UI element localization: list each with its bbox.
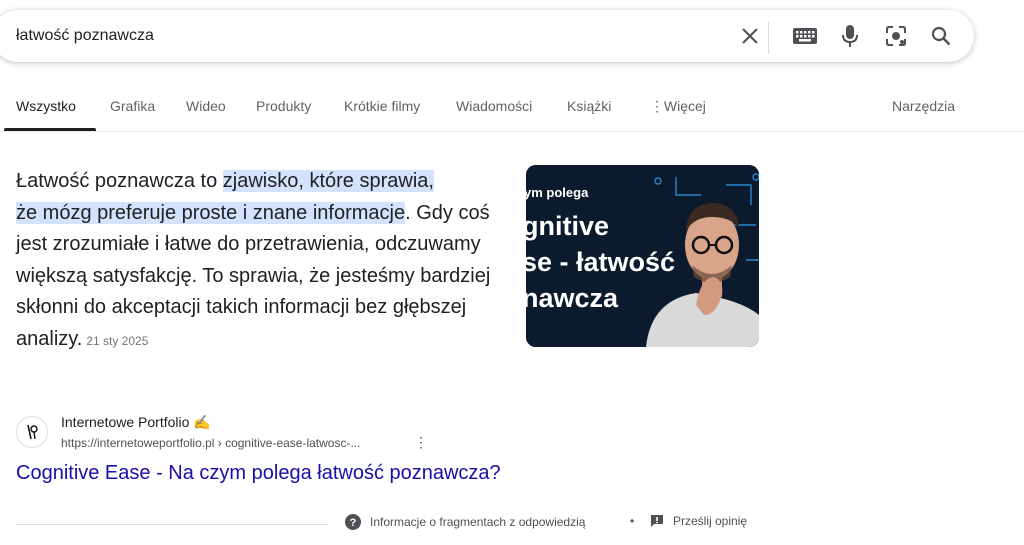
more-options-icon[interactable]: ⋮: [414, 434, 428, 451]
tab-wiecej[interactable]: ⋮ Więcej: [650, 98, 706, 115]
thumb-text-3: nawcza: [526, 283, 619, 313]
about-snippets-label: Informacje o fragmentach z odpowiedzią: [370, 515, 586, 529]
tab-wszystko[interactable]: Wszystko: [16, 98, 76, 114]
footer-divider: [16, 524, 328, 525]
snippet-part1: Łatwość poznawcza to: [16, 170, 223, 192]
writing-hand-emoji-icon: ✍️: [193, 414, 211, 430]
site-name: Internetowe Portfolio ✍️: [61, 414, 211, 431]
search-input[interactable]: [16, 24, 696, 48]
help-icon: ?: [345, 514, 361, 530]
site-url: https://internetoweportfolio.pl › cognit…: [61, 436, 361, 450]
tab-wiecej-label: Więcej: [663, 98, 706, 114]
search-icon[interactable]: [929, 24, 953, 48]
snippet-thumbnail[interactable]: ym polega gnitive se - łatwość nawcza: [526, 165, 759, 347]
active-tab-indicator: [4, 128, 96, 131]
tab-wiadomosci[interactable]: Wiadomości: [456, 98, 532, 114]
tab-krotkie-filmy[interactable]: Krótkie filmy: [344, 98, 420, 114]
camera-lens-icon[interactable]: [884, 24, 908, 48]
more-vert-icon: ⋮: [650, 98, 664, 114]
feedback-link[interactable]: Prześlij opinię: [650, 514, 747, 528]
search-bar: [0, 10, 974, 62]
clear-icon[interactable]: [738, 24, 762, 48]
svg-text:?: ?: [350, 517, 357, 529]
tab-grafika[interactable]: Grafika: [110, 98, 155, 114]
tab-wideo[interactable]: Wideo: [186, 98, 226, 114]
snippet-highlight-1: zjawisko, które sprawia,: [222, 170, 434, 192]
featured-snippet-text: Łatwość poznawcza to zjawisko, które spr…: [16, 166, 506, 357]
search-divider: [768, 22, 769, 54]
about-snippets-link[interactable]: ? Informacje o fragmentach z odpowiedzią: [345, 514, 585, 530]
footer-bullet: •: [630, 514, 635, 528]
feedback-label: Prześlij opinię: [673, 514, 748, 528]
keyboard-icon[interactable]: [793, 24, 817, 48]
tab-ksiazki[interactable]: Książki: [567, 98, 611, 114]
thumb-text-2: se - łatwość: [526, 247, 675, 277]
feedback-icon: [651, 515, 663, 527]
snippet-highlight-2: że mózg preferuje proste i znane informa…: [16, 201, 406, 224]
snippet-date: 21 sty 2025: [86, 333, 149, 348]
thumb-text-0: ym polega: [526, 185, 589, 200]
tab-produkty[interactable]: Produkty: [256, 98, 311, 114]
thumb-text-1: gnitive: [526, 211, 609, 241]
tab-narzedzia[interactable]: Narzędzia: [892, 98, 955, 114]
search-tabs: Wszystko Grafika Wideo Produkty Krótkie …: [0, 88, 1024, 132]
site-favicon: [16, 416, 48, 448]
site-name-text: Internetowe Portfolio: [61, 414, 190, 430]
microphone-icon[interactable]: [838, 24, 862, 48]
result-title-link[interactable]: Cognitive Ease - Na czym polega łatwość …: [16, 462, 501, 485]
result-source[interactable]: Internetowe Portfolio ✍️ https://interne…: [16, 412, 536, 452]
